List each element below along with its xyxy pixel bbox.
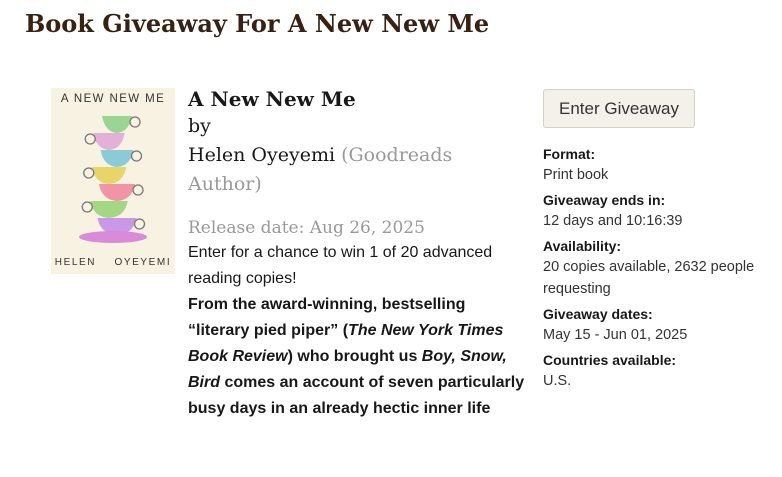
availability-label: Availability: bbox=[543, 238, 622, 254]
teacup-shape bbox=[90, 201, 128, 218]
author-name[interactable]: Helen Oyeyemi bbox=[188, 144, 335, 166]
book-description: From the award-winning, bestselling “lit… bbox=[188, 292, 528, 422]
dates-value: May 15 - Jun 01, 2025 bbox=[543, 327, 688, 343]
dates-label: Giveaway dates: bbox=[543, 306, 653, 322]
saucer-shape bbox=[79, 231, 147, 243]
giveaway-sidebar: Enter Giveaway Format: Print book Giveaw… bbox=[543, 89, 773, 396]
author-line: Helen Oyeyemi (Goodreads Author) bbox=[188, 141, 528, 199]
cover-title-text: A NEW NEW ME bbox=[60, 93, 166, 105]
book-title[interactable]: A New New Me bbox=[188, 86, 528, 112]
teacup-handle bbox=[81, 201, 93, 213]
desc-text-2: ) who brought us bbox=[287, 348, 422, 365]
availability-value: 20 copies available, 2632 people request… bbox=[543, 259, 755, 297]
teacup-handle bbox=[84, 133, 96, 145]
teacup-shape bbox=[99, 184, 135, 201]
ends-label: Giveaway ends in: bbox=[543, 192, 666, 208]
teacup-handle bbox=[129, 116, 141, 128]
teacup-shape bbox=[102, 116, 132, 133]
book-cover[interactable]: A NEW NEW ME HELEN OYEYEMI bbox=[51, 88, 175, 274]
giveaway-meta: Format: Print book Giveaway ends in: 12 … bbox=[543, 144, 773, 392]
teacup-shape bbox=[100, 150, 134, 167]
teacup-handle bbox=[133, 218, 146, 230]
format-value: Print book bbox=[543, 167, 609, 183]
giveaway-intro: Enter for a chance to win 1 of 20 advanc… bbox=[188, 244, 493, 287]
teacup-shape bbox=[93, 133, 125, 150]
format-label: Format: bbox=[543, 146, 596, 162]
page-title: Book Giveaway For A New New Me bbox=[25, 9, 490, 38]
cover-author-text: HELEN OYEYEMI bbox=[54, 257, 172, 268]
countries-value: U.S. bbox=[543, 373, 572, 389]
book-details: A New New Me by Helen Oyeyemi (Goodreads… bbox=[188, 86, 528, 422]
teacup-handle bbox=[132, 184, 144, 196]
desc-text-3: comes an account of seven particularly b… bbox=[188, 374, 525, 417]
ends-value: 12 days and 10:16:39 bbox=[543, 213, 683, 229]
teacup-handle bbox=[83, 167, 95, 179]
teacup-handle bbox=[130, 150, 143, 162]
teacup-stack-illustration bbox=[79, 116, 147, 243]
countries-label: Countries available: bbox=[543, 352, 677, 368]
release-date: Release date: Aug 26, 2025 bbox=[188, 218, 425, 238]
enter-giveaway-button[interactable]: Enter Giveaway bbox=[543, 89, 695, 128]
teacup-shape bbox=[91, 167, 127, 184]
by-text: by bbox=[188, 115, 211, 137]
